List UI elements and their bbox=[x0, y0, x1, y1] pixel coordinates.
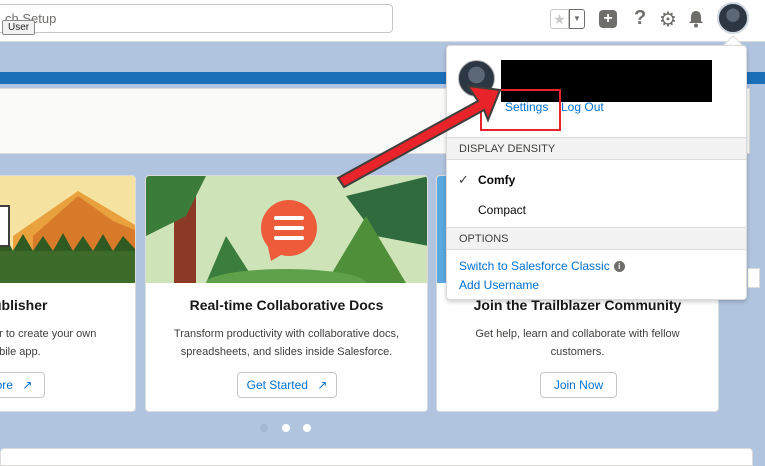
annotation-arrow bbox=[336, 84, 502, 189]
